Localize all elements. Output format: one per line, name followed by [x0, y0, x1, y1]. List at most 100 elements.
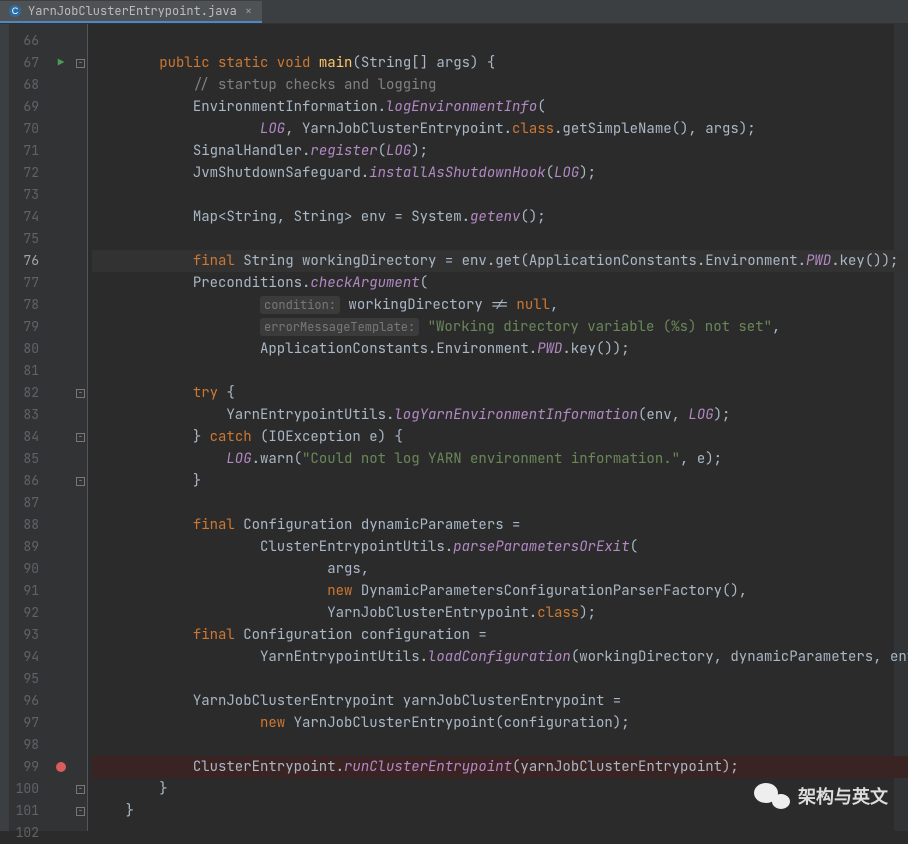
line-number[interactable]: 102 — [10, 822, 47, 844]
run-icon[interactable]: ▶ — [58, 56, 65, 70]
fold-collapse-icon[interactable]: − — [76, 433, 85, 442]
code-line[interactable] — [92, 228, 908, 250]
code-line[interactable]: YarnEntrypointUtils.logYarnEnvironmentIn… — [92, 404, 908, 426]
line-number[interactable]: 93 — [10, 624, 47, 646]
breakpoint-icon[interactable] — [56, 762, 66, 772]
code-line[interactable] — [92, 492, 908, 514]
gutter-icon-row[interactable] — [48, 30, 74, 52]
fold-row[interactable] — [74, 360, 87, 382]
line-number[interactable]: 98 — [10, 734, 47, 756]
gutter-icon-row[interactable]: ▶ — [48, 52, 74, 74]
line-number[interactable]: 76 — [10, 250, 47, 272]
fold-row[interactable] — [74, 514, 87, 536]
gutter-icon-row[interactable] — [48, 646, 74, 668]
fold-row[interactable] — [74, 668, 87, 690]
fold-row[interactable] — [74, 646, 87, 668]
gutter-icon-row[interactable] — [48, 734, 74, 756]
gutter-icon-row[interactable] — [48, 800, 74, 822]
fold-row[interactable]: − — [74, 426, 87, 448]
fold-row[interactable]: − — [74, 778, 87, 800]
fold-row[interactable] — [74, 338, 87, 360]
code-line[interactable] — [92, 184, 908, 206]
gutter-icon-row[interactable] — [48, 492, 74, 514]
code-line[interactable]: public static void main(String[] args) { — [92, 52, 908, 74]
gutter-icon-row[interactable] — [48, 756, 74, 778]
code-line[interactable]: Preconditions.checkArgument( — [92, 272, 908, 294]
gutter-icon-row[interactable] — [48, 536, 74, 558]
code-line[interactable]: } catch (IOException e) { — [92, 426, 908, 448]
fold-end-icon[interactable]: − — [76, 785, 85, 794]
fold-end-icon[interactable]: − — [76, 807, 85, 816]
code-line[interactable]: try { — [92, 382, 908, 404]
line-number[interactable]: 94 — [10, 646, 47, 668]
gutter-icon-row[interactable] — [48, 74, 74, 96]
fold-row[interactable] — [74, 316, 87, 338]
gutter-icon-row[interactable] — [48, 250, 74, 272]
code-line[interactable] — [92, 734, 908, 756]
editor-tab[interactable]: C YarnJobClusterEntrypoint.java × — [0, 1, 262, 23]
code-line[interactable]: JvmShutdownSafeguard.installAsShutdownHo… — [92, 162, 908, 184]
line-number[interactable]: 68 — [10, 74, 47, 96]
code-line[interactable]: condition: workingDirectory != null, — [92, 294, 908, 316]
gutter-icon-row[interactable] — [48, 140, 74, 162]
fold-row[interactable] — [74, 624, 87, 646]
fold-row[interactable] — [74, 118, 87, 140]
line-number[interactable]: 100 — [10, 778, 47, 800]
gutter-icon-row[interactable] — [48, 294, 74, 316]
line-number[interactable]: 101 — [10, 800, 47, 822]
gutter-icon-row[interactable] — [48, 778, 74, 800]
fold-row[interactable] — [74, 712, 87, 734]
fold-row[interactable] — [74, 250, 87, 272]
line-number[interactable]: 87 — [10, 492, 47, 514]
fold-row[interactable] — [74, 734, 87, 756]
gutter-icon-row[interactable] — [48, 690, 74, 712]
line-number[interactable]: 79 — [10, 316, 47, 338]
fold-row[interactable] — [74, 206, 87, 228]
code-line[interactable]: Map<String, String> env = System.getenv(… — [92, 206, 908, 228]
code-line[interactable]: SignalHandler.register(LOG); — [92, 140, 908, 162]
fold-row[interactable] — [74, 536, 87, 558]
gutter-icon-row[interactable] — [48, 184, 74, 206]
gutter-icon-row[interactable] — [48, 96, 74, 118]
code-line[interactable]: final String workingDirectory = env.get(… — [92, 250, 908, 272]
icon-gutter[interactable]: ▶ — [48, 24, 74, 831]
code-line[interactable]: errorMessageTemplate: "Working directory… — [92, 316, 908, 338]
code-line[interactable]: LOG, YarnJobClusterEntrypoint.class.getS… — [92, 118, 908, 140]
line-number[interactable]: 89 — [10, 536, 47, 558]
code-line[interactable]: YarnJobClusterEntrypoint.class); — [92, 602, 908, 624]
line-number[interactable]: 77 — [10, 272, 47, 294]
gutter-icon-row[interactable] — [48, 712, 74, 734]
code-line[interactable]: // startup checks and logging — [92, 74, 908, 96]
line-number[interactable]: 90 — [10, 558, 47, 580]
line-number[interactable]: 78 — [10, 294, 47, 316]
line-number[interactable]: 74 — [10, 206, 47, 228]
fold-row[interactable] — [74, 756, 87, 778]
fold-row[interactable] — [74, 184, 87, 206]
fold-row[interactable] — [74, 492, 87, 514]
line-number[interactable]: 97 — [10, 712, 47, 734]
line-number[interactable]: 82 — [10, 382, 47, 404]
line-number[interactable]: 91 — [10, 580, 47, 602]
line-number[interactable]: 75 — [10, 228, 47, 250]
line-number[interactable]: 70 — [10, 118, 47, 140]
gutter-icon-row[interactable] — [48, 580, 74, 602]
line-number[interactable]: 73 — [10, 184, 47, 206]
fold-row[interactable] — [74, 404, 87, 426]
code-line[interactable]: final Configuration dynamicParameters = — [92, 514, 908, 536]
gutter-icon-row[interactable] — [48, 162, 74, 184]
code-line[interactable]: ClusterEntrypoint.runClusterEntrypoint(y… — [92, 756, 908, 778]
code-line[interactable]: args, — [92, 558, 908, 580]
close-icon[interactable]: × — [243, 3, 254, 19]
line-number[interactable]: 72 — [10, 162, 47, 184]
fold-row[interactable] — [74, 448, 87, 470]
gutter-icon-row[interactable] — [48, 470, 74, 492]
line-number[interactable]: 92 — [10, 602, 47, 624]
fold-row[interactable]: − — [74, 52, 87, 74]
gutter-icon-row[interactable] — [48, 228, 74, 250]
code-line[interactable] — [92, 30, 908, 52]
code-line[interactable]: final Configuration configuration = — [92, 624, 908, 646]
code-line[interactable]: ApplicationConstants.Environment.PWD.key… — [92, 338, 908, 360]
fold-row[interactable] — [74, 74, 87, 96]
gutter-icon-row[interactable] — [48, 668, 74, 690]
fold-row[interactable] — [74, 162, 87, 184]
